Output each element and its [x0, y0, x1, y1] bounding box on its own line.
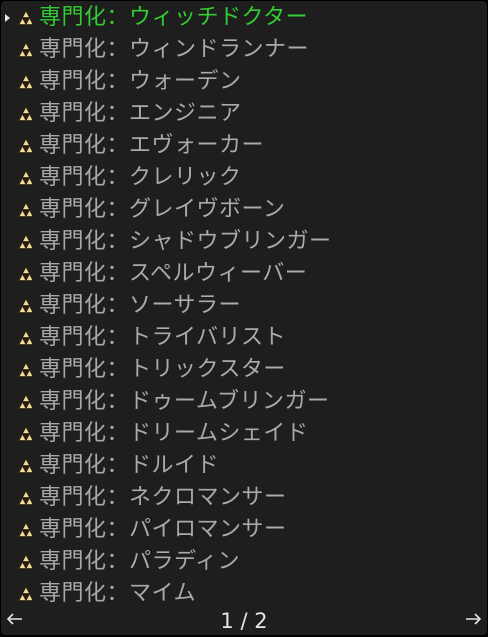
- page-indicator: 1 / 2: [220, 609, 268, 633]
- list-item[interactable]: 専門化：ドルイド: [1, 450, 487, 482]
- triforce-icon: [18, 170, 34, 185]
- specialization-list: 専門化：ウィッチドクター 専門化：ウィンドランナー 専門化：ウォーデン 専門化：エンジ…: [1, 2, 487, 610]
- triforce-icon: [18, 522, 34, 537]
- list-item[interactable]: 専門化：エンジニア: [1, 98, 487, 130]
- triforce-icon: [18, 330, 34, 345]
- list-item-label: 専門化：ドルイド: [39, 453, 220, 478]
- triforce-icon: [18, 458, 34, 473]
- list-item[interactable]: 専門化：トリックスター: [1, 354, 487, 386]
- triforce-icon: [18, 298, 34, 313]
- list-item[interactable]: 専門化：ドリームシェイド: [1, 418, 487, 450]
- triforce-icon: [18, 42, 34, 57]
- triforce-icon: [18, 266, 34, 281]
- list-item-label: 専門化：トライバリスト: [39, 325, 287, 350]
- list-item[interactable]: 専門化：ソーサラー: [1, 290, 487, 322]
- list-item-label: 専門化：スペルウィーバー: [39, 261, 308, 286]
- list-item[interactable]: 専門化：グレイヴボーン: [1, 194, 487, 226]
- triforce-icon: [18, 554, 34, 569]
- list-item-label: 専門化：パラディン: [39, 549, 240, 574]
- list-item[interactable]: 専門化：パイロマンサー: [1, 514, 487, 546]
- list-item[interactable]: 専門化：シャドウブリンガー: [1, 226, 487, 258]
- list-item-label: 専門化：エヴォーカー: [39, 133, 265, 158]
- list-item[interactable]: 専門化：マイム: [1, 578, 487, 610]
- triforce-icon: [18, 426, 34, 441]
- list-item[interactable]: 専門化：エヴォーカー: [1, 130, 487, 162]
- triforce-icon: [18, 202, 34, 217]
- triforce-icon: [18, 234, 34, 249]
- list-item-label: 専門化：ウォーデン: [39, 69, 242, 94]
- list-item-label: 専門化：ウィンドランナー: [39, 37, 310, 62]
- list-item[interactable]: 専門化：トライバリスト: [1, 322, 487, 354]
- list-item-label: 専門化：ソーサラー: [39, 293, 242, 318]
- triforce-icon: [18, 586, 34, 601]
- arrow-right-icon[interactable]: [463, 611, 483, 627]
- list-item-label: 専門化：ドゥームブリンガー: [39, 389, 330, 414]
- list-item[interactable]: 専門化：クレリック: [1, 162, 487, 194]
- triforce-icon: [18, 362, 34, 377]
- triforce-icon: [18, 10, 34, 25]
- list-item[interactable]: 専門化：ウィンドランナー: [1, 34, 487, 66]
- list-item[interactable]: 専門化：パラディン: [1, 546, 487, 578]
- list-item-label: 専門化：エンジニア: [39, 101, 242, 126]
- list-item[interactable]: 専門化：ウィッチドクター: [1, 2, 487, 34]
- triforce-icon: [18, 138, 34, 153]
- triforce-icon: [18, 490, 34, 505]
- selection-arrow-icon: [5, 14, 10, 22]
- triforce-icon: [18, 74, 34, 89]
- triforce-icon: [18, 106, 34, 121]
- list-item-label: 専門化：ドリームシェイド: [39, 421, 309, 446]
- list-item-label: 専門化：シャドウブリンガー: [39, 229, 332, 254]
- pager-bar: 1 / 2: [1, 607, 487, 635]
- list-item-label: 専門化：パイロマンサー: [39, 517, 287, 542]
- list-item-label: 専門化：ネクロマンサー: [39, 485, 287, 510]
- list-item-label: 専門化：トリックスター: [39, 357, 286, 382]
- list-item[interactable]: 専門化：スペルウィーバー: [1, 258, 487, 290]
- list-item-label: 専門化：クレリック: [39, 165, 242, 190]
- specialization-list-panel: 専門化：ウィッチドクター 専門化：ウィンドランナー 専門化：ウォーデン 専門化：エンジ…: [1, 1, 487, 635]
- list-item-label: 専門化：グレイヴボーン: [39, 197, 286, 222]
- list-item[interactable]: 専門化：ウォーデン: [1, 66, 487, 98]
- list-item[interactable]: 専門化：ドゥームブリンガー: [1, 386, 487, 418]
- list-item[interactable]: 専門化：ネクロマンサー: [1, 482, 487, 514]
- list-item-label: 専門化：マイム: [39, 581, 197, 606]
- list-item-label: 専門化：ウィッチドクター: [39, 5, 309, 30]
- triforce-icon: [18, 394, 34, 409]
